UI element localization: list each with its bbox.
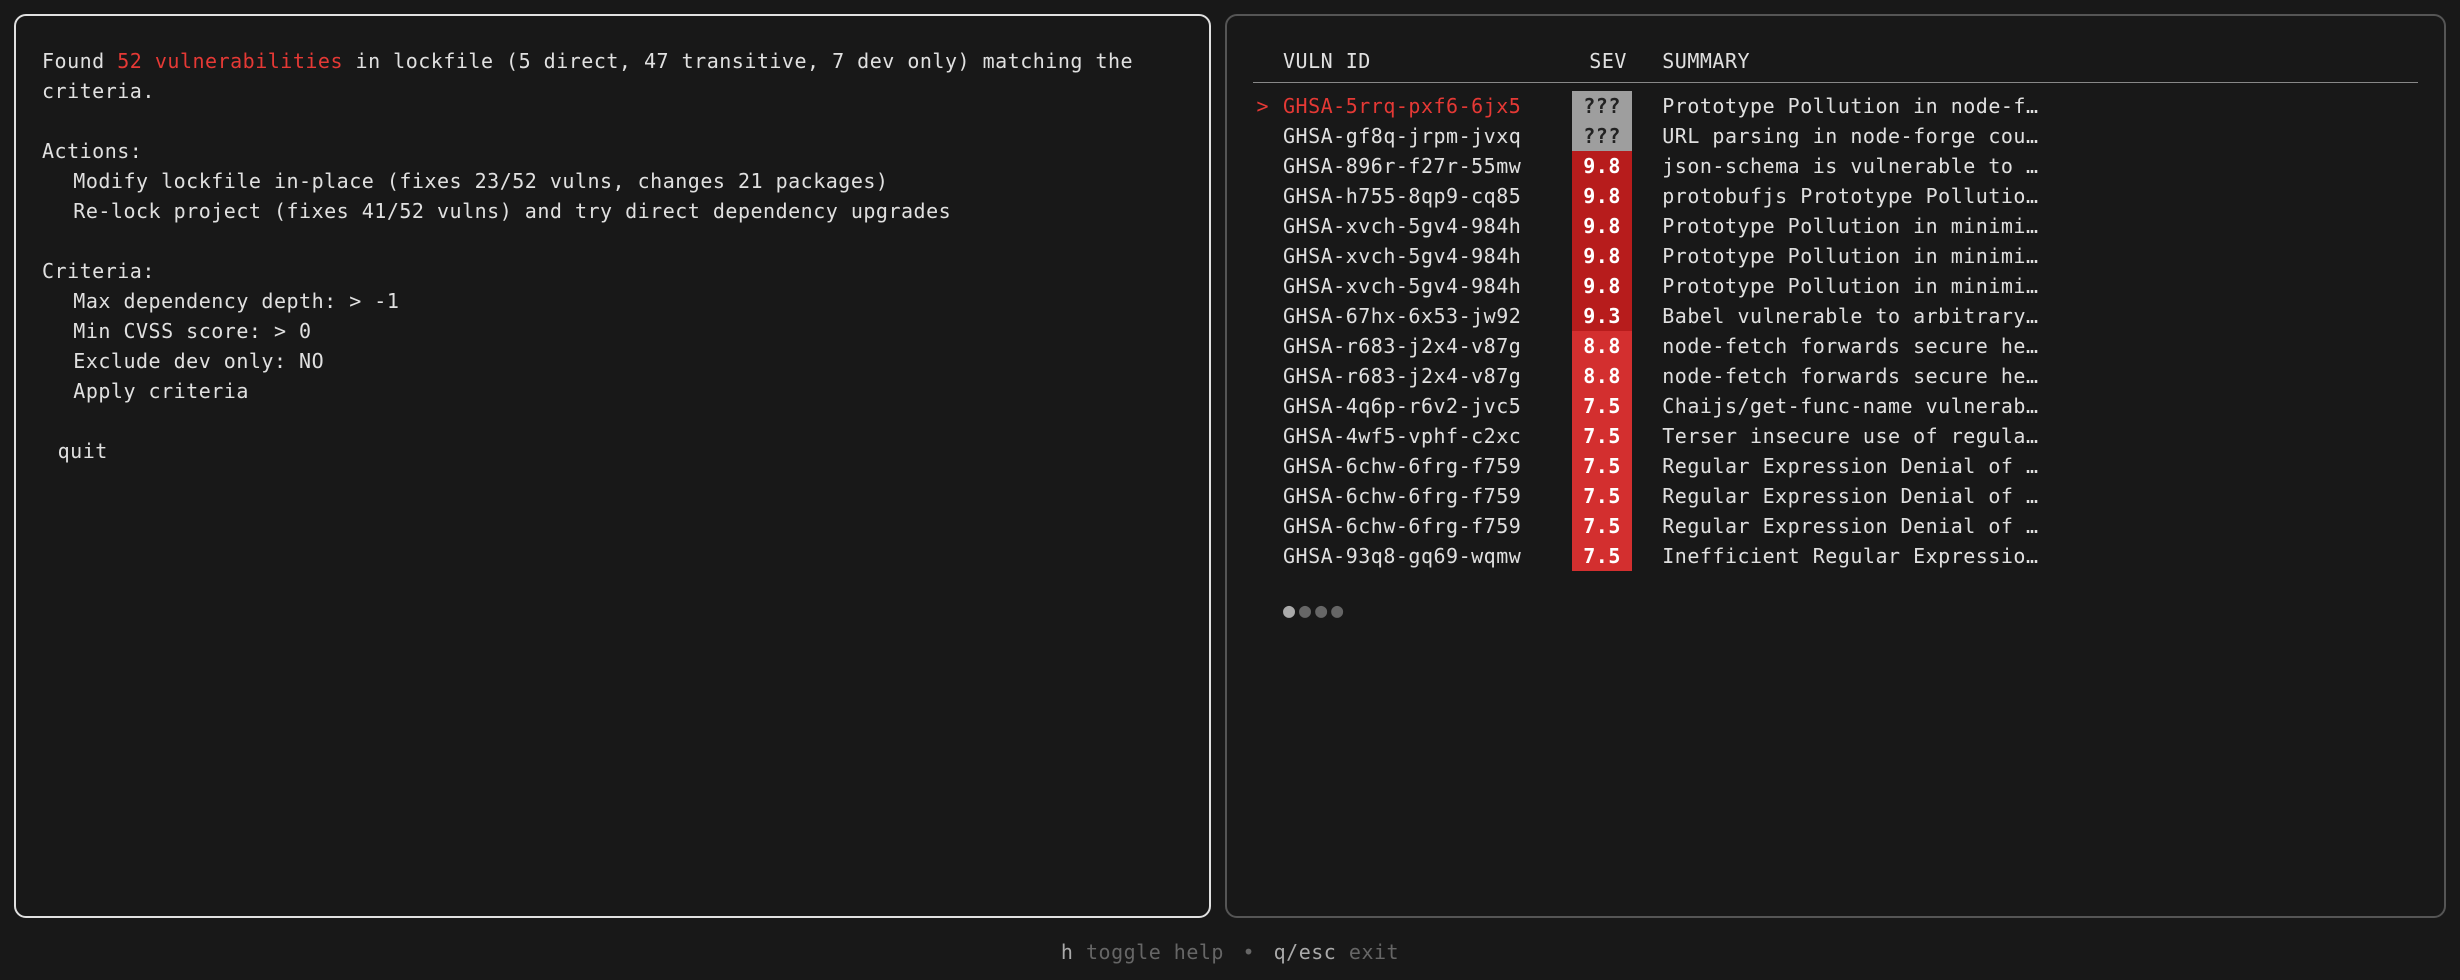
cell-summary: Regular Expression Denial of … — [1644, 451, 2418, 481]
header-vuln-id: VULN ID — [1283, 46, 1572, 76]
cell-vuln-id: GHSA-h755-8qp9-cq85 — [1283, 181, 1572, 211]
table-header: VULN ID SEV SUMMARY — [1253, 46, 2418, 83]
cell-vuln-id: GHSA-xvch-5gv4-984h — [1283, 271, 1572, 301]
cell-severity: 9.8 — [1572, 181, 1632, 211]
actions-label: Actions: — [42, 136, 1183, 166]
vuln-table-panel: VULN ID SEV SUMMARY >GHSA-5rrq-pxf6-6jx5… — [1225, 14, 2446, 918]
cell-summary: json-schema is vulnerable to … — [1644, 151, 2418, 181]
cell-severity: ??? — [1572, 121, 1632, 151]
cell-summary: node-fetch forwards secure he… — [1644, 361, 2418, 391]
table-row[interactable]: GHSA-r683-j2x4-v87g8.8 node-fetch forward… — [1253, 331, 2418, 361]
cell-severity: 9.8 — [1572, 271, 1632, 301]
cell-vuln-id: GHSA-67hx-6x53-jw92 — [1283, 301, 1572, 331]
table-row[interactable]: GHSA-6chw-6frg-f7597.5 Regular Expression… — [1253, 511, 2418, 541]
cell-summary: protobufjs Prototype Pollutio… — [1644, 181, 2418, 211]
criteria-block: Criteria: Max dependency depth: > -1 Min… — [42, 256, 1183, 406]
cell-summary: URL parsing in node-forge cou… — [1644, 121, 2418, 151]
actions-panel: Found 52 vulnerabilities in lockfile (5 … — [14, 14, 1211, 918]
found-summary: Found 52 vulnerabilities in lockfile (5 … — [42, 46, 1183, 106]
cell-severity: 7.5 — [1572, 511, 1632, 541]
table-row[interactable]: GHSA-xvch-5gv4-984h9.8 Prototype Pollutio… — [1253, 241, 2418, 271]
table-row[interactable]: GHSA-6chw-6frg-f7597.5 Regular Expression… — [1253, 481, 2418, 511]
cell-severity: 7.5 — [1572, 421, 1632, 451]
cell-vuln-id: GHSA-93q8-gq69-wqmw — [1283, 541, 1572, 571]
table-row[interactable]: GHSA-93q8-gq69-wqmw7.5 Inefficient Regula… — [1253, 541, 2418, 571]
cell-severity: 9.8 — [1572, 151, 1632, 181]
cell-severity: 9.3 — [1572, 301, 1632, 331]
quit-text: exit — [1349, 940, 1399, 964]
table-row[interactable]: GHSA-r683-j2x4-v87g8.8 node-fetch forward… — [1253, 361, 2418, 391]
criteria-label: Criteria: — [42, 256, 1183, 286]
cell-vuln-id: GHSA-r683-j2x4-v87g — [1283, 361, 1572, 391]
cell-severity: 8.8 — [1572, 361, 1632, 391]
action-relock-project[interactable]: Re-lock project (fixes 41/52 vulns) and … — [42, 196, 1183, 226]
cell-vuln-id: GHSA-6chw-6frg-f759 — [1283, 451, 1572, 481]
table-row[interactable]: GHSA-h755-8qp9-cq859.8 protobufjs Prototy… — [1253, 181, 2418, 211]
vuln-count: 52 vulnerabilities — [117, 49, 343, 73]
cell-vuln-id: GHSA-4q6p-r6v2-jvc5 — [1283, 391, 1572, 421]
cell-severity: 8.8 — [1572, 331, 1632, 361]
table-row[interactable]: GHSA-gf8q-jrpm-jvxq??? URL parsing in nod… — [1253, 121, 2418, 151]
cell-summary: node-fetch forwards secure he… — [1644, 331, 2418, 361]
cell-summary: Inefficient Regular Expressio… — [1644, 541, 2418, 571]
cell-summary: Prototype Pollution in minimi… — [1644, 241, 2418, 271]
cell-vuln-id: GHSA-6chw-6frg-f759 — [1283, 511, 1572, 541]
cell-summary: Chaijs/get-func-name vulnerab… — [1644, 391, 2418, 421]
table-row[interactable]: GHSA-4wf5-vphf-c2xc7.5 Terser insecure us… — [1253, 421, 2418, 451]
cell-summary: Prototype Pollution in minimi… — [1644, 211, 2418, 241]
cell-vuln-id: GHSA-6chw-6frg-f759 — [1283, 481, 1572, 511]
cell-severity: 9.8 — [1572, 241, 1632, 271]
table-row[interactable]: GHSA-896r-f27r-55mw9.8 json-schema is vul… — [1253, 151, 2418, 181]
table-row[interactable]: >GHSA-5rrq-pxf6-6jx5??? Prototype Polluti… — [1253, 91, 2418, 121]
help-text: toggle help — [1086, 940, 1224, 964]
cell-summary: Prototype Pollution in node-f… — [1644, 91, 2418, 121]
cell-summary: Babel vulnerable to arbitrary… — [1644, 301, 2418, 331]
cell-vuln-id: GHSA-r683-j2x4-v87g — [1283, 331, 1572, 361]
cell-vuln-id: GHSA-gf8q-jrpm-jvxq — [1283, 121, 1572, 151]
footer-hints: h toggle help • q/esc exit — [0, 932, 2460, 980]
criteria-apply[interactable]: Apply criteria — [42, 376, 1183, 406]
action-modify-lockfile[interactable]: Modify lockfile in-place (fixes 23/52 vu… — [42, 166, 1183, 196]
cell-severity: 7.5 — [1572, 451, 1632, 481]
cell-summary: Regular Expression Denial of … — [1644, 481, 2418, 511]
cell-vuln-id: GHSA-xvch-5gv4-984h — [1283, 211, 1572, 241]
cell-vuln-id: GHSA-896r-f27r-55mw — [1283, 151, 1572, 181]
cell-severity: 7.5 — [1572, 541, 1632, 571]
cell-severity: 7.5 — [1572, 481, 1632, 511]
header-sev: SEV — [1572, 46, 1644, 76]
table-row[interactable]: GHSA-xvch-5gv4-984h9.8 Prototype Pollutio… — [1253, 211, 2418, 241]
header-summary: SUMMARY — [1644, 46, 2418, 76]
table-row[interactable]: GHSA-6chw-6frg-f7597.5 Regular Expression… — [1253, 451, 2418, 481]
cell-severity: 7.5 — [1572, 391, 1632, 421]
cell-summary: Regular Expression Denial of … — [1644, 511, 2418, 541]
row-caret-icon: > — [1253, 91, 1283, 121]
cell-vuln-id: GHSA-4wf5-vphf-c2xc — [1283, 421, 1572, 451]
pagination-dots[interactable]: ●●●● — [1253, 595, 2418, 625]
table-row[interactable]: GHSA-4q6p-r6v2-jvc57.5 Chaijs/get-func-na… — [1253, 391, 2418, 421]
criteria-exclude-dev[interactable]: Exclude dev only: NO — [42, 346, 1183, 376]
cell-summary: Terser insecure use of regula… — [1644, 421, 2418, 451]
cell-summary: Prototype Pollution in minimi… — [1644, 271, 2418, 301]
criteria-max-depth[interactable]: Max dependency depth: > -1 — [42, 286, 1183, 316]
help-key: h — [1061, 940, 1074, 964]
found-prefix: Found — [42, 49, 117, 73]
cell-severity: 9.8 — [1572, 211, 1632, 241]
cell-vuln-id: GHSA-5rrq-pxf6-6jx5 — [1283, 91, 1572, 121]
cell-severity: ??? — [1572, 91, 1632, 121]
table-body: >GHSA-5rrq-pxf6-6jx5??? Prototype Polluti… — [1253, 91, 2418, 571]
cell-vuln-id: GHSA-xvch-5gv4-984h — [1283, 241, 1572, 271]
quit-key: q/esc — [1274, 940, 1337, 964]
footer-separator: • — [1243, 940, 1256, 964]
table-row[interactable]: GHSA-xvch-5gv4-984h9.8 Prototype Pollutio… — [1253, 271, 2418, 301]
quit-action[interactable]: quit — [42, 436, 1183, 466]
criteria-min-cvss[interactable]: Min CVSS score: > 0 — [42, 316, 1183, 346]
actions-block: Actions: Modify lockfile in-place (fixes… — [42, 136, 1183, 226]
table-row[interactable]: GHSA-67hx-6x53-jw929.3 Babel vulnerable t… — [1253, 301, 2418, 331]
